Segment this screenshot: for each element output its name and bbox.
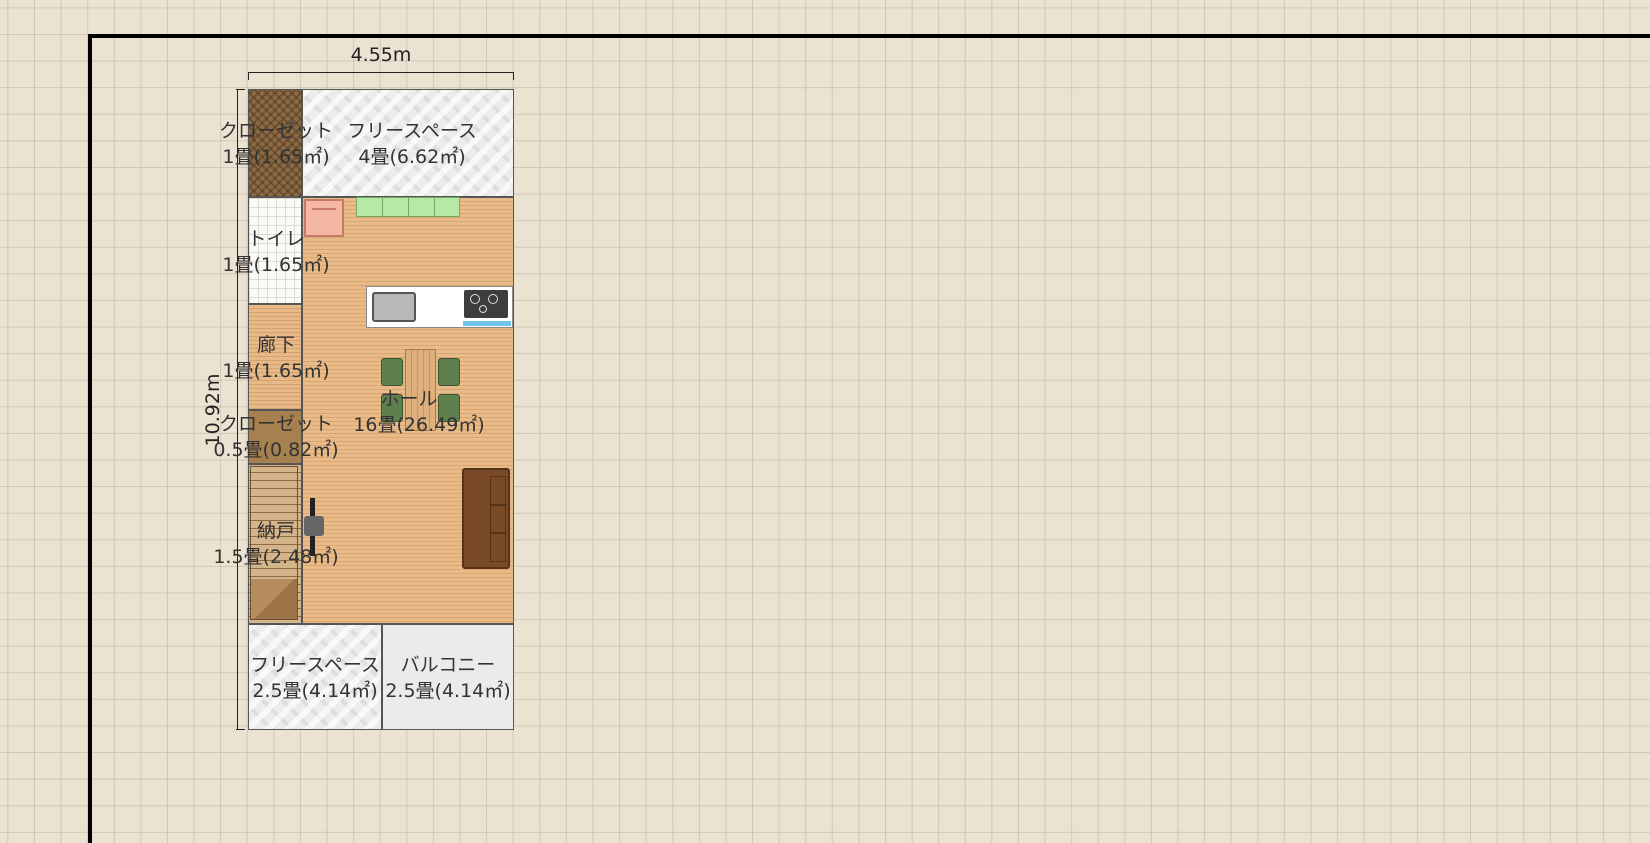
room-area: 16畳(26.49㎡) — [353, 414, 485, 436]
height-dimension-line — [236, 89, 245, 730]
room-label-hallway: 廊下 1畳(1.65㎡) — [222, 335, 329, 381]
room-name: クローゼット — [218, 413, 334, 435]
room-name: クローゼット — [218, 120, 334, 142]
room-label-toilet: トイレ 1畳(1.65㎡) — [222, 229, 329, 275]
chair-icon — [381, 358, 403, 386]
floor-outline-left — [88, 34, 92, 843]
room-area: 0.5畳(0.82㎡) — [213, 439, 339, 461]
room-name: 廊下 — [256, 334, 295, 356]
room-label-storage: 納戸 1.5畳(2.48㎡) — [213, 521, 338, 567]
floor-plan-canvas[interactable]: 4.55m 10.92m クローゼット 1畳(1.65㎡) フリースペース 4畳… — [0, 0, 1650, 843]
room-name: ホール — [380, 388, 438, 410]
kitchen-counter[interactable] — [356, 197, 460, 217]
room-name: 納戸 — [256, 520, 296, 542]
chair-icon — [438, 358, 460, 386]
room-label-hall: ホール 16畳(26.49㎡) — [333, 389, 484, 435]
room-area: 1畳(1.65㎡) — [222, 254, 330, 276]
room-name: トイレ — [247, 228, 305, 250]
room-label-closet-small: クローゼット 0.5畳(0.82㎡) — [213, 414, 338, 460]
room-area: 4畳(6.62㎡) — [358, 146, 466, 168]
room-label-free-space-bottom: フリースペース 2.5畳(4.14㎡) — [250, 655, 380, 701]
room-name: フリースペース — [250, 654, 380, 676]
kitchen-island[interactable] — [366, 286, 513, 328]
room-area: 1畳(1.65㎡) — [222, 146, 330, 168]
sofa-icon[interactable] — [462, 468, 510, 569]
room-area: 1畳(1.65㎡) — [222, 360, 330, 382]
floor-outline-top — [90, 34, 1650, 38]
width-dimension-line — [248, 72, 514, 80]
room-area: 1.5畳(2.48㎡) — [213, 546, 339, 568]
width-dimension-label: 4.55m — [350, 44, 412, 66]
room-label-balcony: バルコニー 2.5畳(4.14㎡) — [385, 655, 510, 701]
room-area: 2.5畳(4.14㎡) — [252, 680, 378, 702]
room-label-free-space-top: フリースペース 4畳(6.62㎡) — [347, 121, 477, 167]
room-name: フリースペース — [347, 120, 477, 142]
room-name: バルコニー — [400, 654, 496, 676]
room-area: 2.5畳(4.14㎡) — [385, 680, 511, 702]
room-label-closet-top: クローゼット 1畳(1.65㎡) — [219, 121, 333, 167]
sink-icon — [372, 292, 416, 322]
stove-icon — [464, 290, 508, 318]
